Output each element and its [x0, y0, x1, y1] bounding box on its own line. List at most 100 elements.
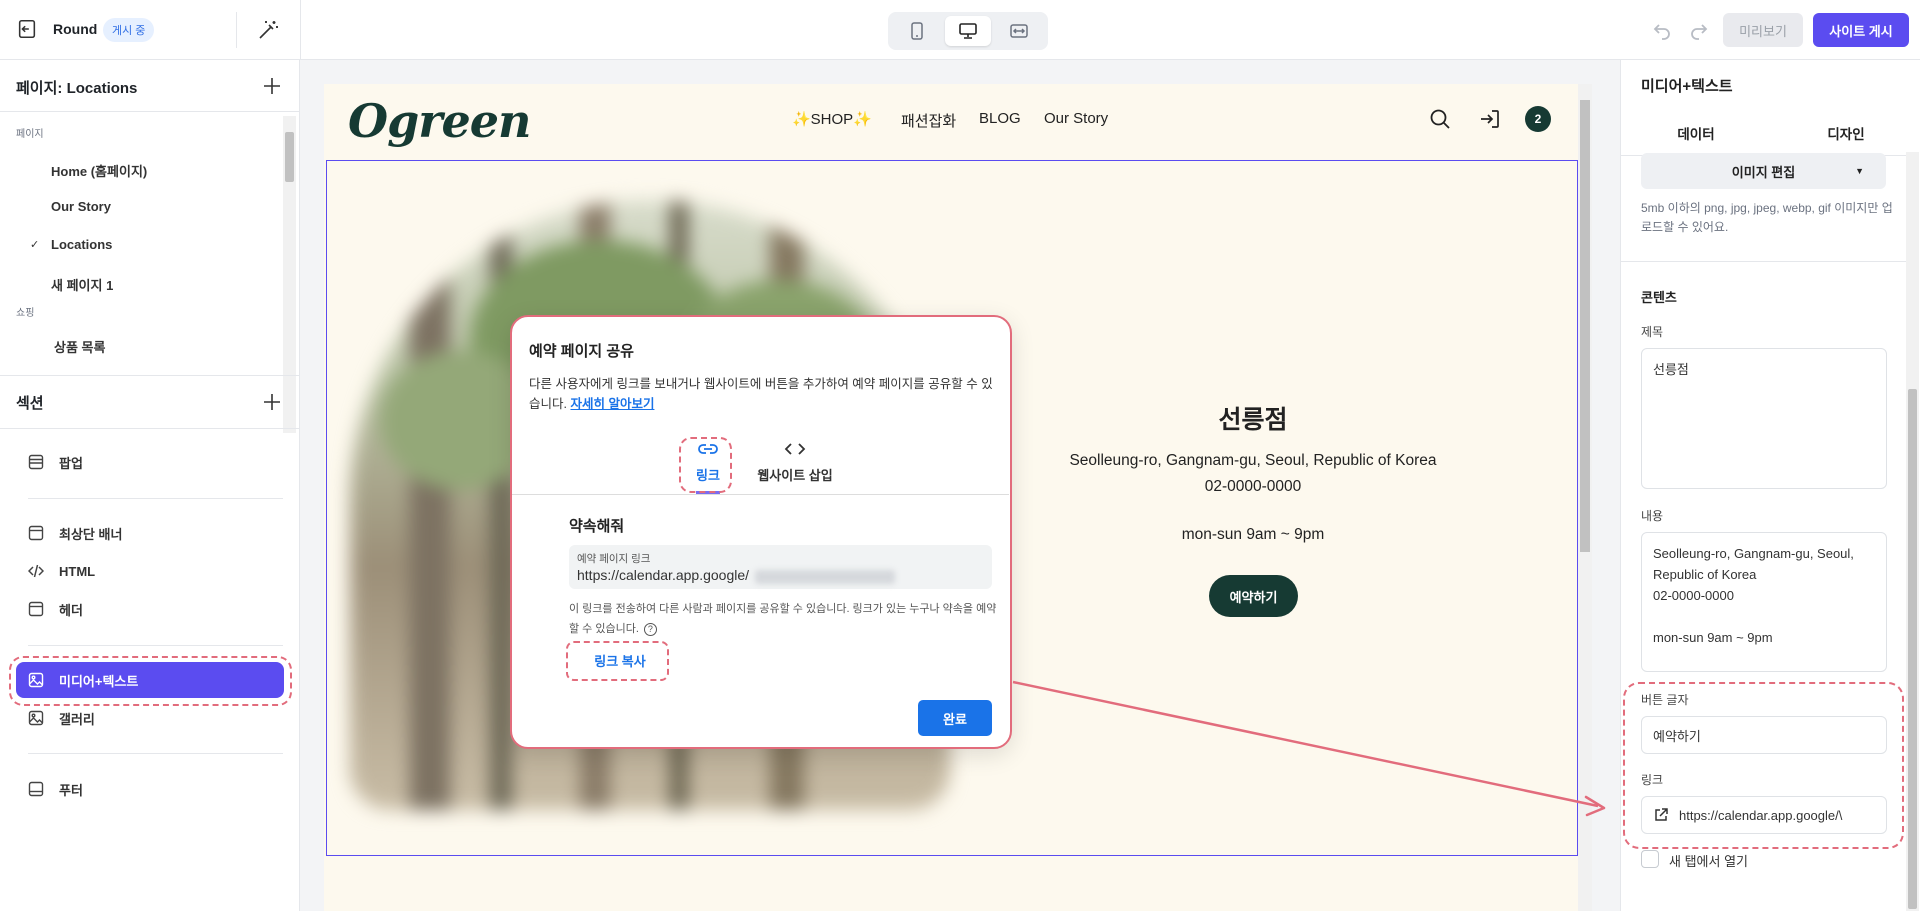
group-label: 페이지: [16, 129, 44, 140]
device-switcher: [888, 12, 1048, 50]
booking-name: 약속해줘: [569, 518, 625, 535]
learn-more-link[interactable]: 자세히 알아보기: [570, 397, 654, 411]
section-item-top-banner[interactable]: 최상단 배너: [16, 515, 284, 551]
dialog-description: 다른 사용자에게 링크를 보내거나 웹사이트에 버튼을 추가하여 예약 페이지를…: [529, 374, 999, 414]
field-label: 예약 페이지 링크: [577, 553, 651, 565]
button-label: 이미지 편집: [1731, 164, 1796, 180]
panel-scrollbar-thumb[interactable]: [1908, 389, 1917, 909]
nav-link-fashion[interactable]: 패션잡화: [901, 110, 956, 131]
add-section-icon[interactable]: [263, 393, 281, 411]
left-sidebar: 페이지: Locations 페이지 Home (홈페이지) Our Story…: [0, 60, 300, 911]
book-button[interactable]: 예약하기: [1209, 575, 1298, 617]
redo-icon[interactable]: [1687, 18, 1711, 42]
canvas-scrollbar-thumb[interactable]: [1580, 100, 1590, 552]
page-item-new-page[interactable]: 새 페이지 1: [51, 275, 113, 294]
code-icon: [784, 443, 806, 455]
annotation-highlight: [566, 641, 669, 681]
nav-link-shop[interactable]: ✨SHOP✨: [792, 110, 872, 128]
nav-link-our-story[interactable]: Our Story: [1044, 110, 1108, 127]
done-button[interactable]: 완료: [918, 700, 992, 736]
divider: [236, 12, 237, 48]
annotation-highlight: [9, 656, 292, 706]
page-item-our-story[interactable]: Our Story: [51, 199, 111, 214]
upload-hint: 5mb 이하의 png, jpg, jpeg, webp, gif 이미지만 업…: [1641, 201, 1893, 234]
tab-label: 웹사이트 삽입: [757, 468, 833, 483]
title-textarea[interactable]: 선릉점: [1641, 348, 1887, 489]
status-badge: 게시 중: [103, 18, 155, 42]
note-text: 이 링크를 전송하여 다른 사람과 페이지를 공유할 수 있습니다. 링크가 있…: [569, 603, 997, 635]
divider: [1621, 261, 1906, 262]
store-title: 선릉점: [1218, 406, 1288, 434]
section-heading: 콘텐츠: [1641, 290, 1677, 305]
page-item-home[interactable]: Home (홈페이지): [51, 161, 147, 180]
body-textarea[interactable]: Seolleung-ro, Gangnam-gu, Seoul, Republi…: [1641, 532, 1887, 672]
image-edit-button[interactable]: 이미지 편집 ▼: [1641, 153, 1886, 189]
search-icon[interactable]: [1429, 108, 1451, 130]
section-item-footer[interactable]: 푸터: [16, 771, 284, 807]
divider: [28, 753, 283, 754]
divider: [0, 111, 300, 112]
pages-header: 페이지: Locations: [16, 80, 138, 97]
section-item-html[interactable]: HTML: [16, 553, 284, 589]
cart-count-badge[interactable]: 2: [1525, 106, 1551, 132]
tab-embed[interactable]: 웹사이트 삽입: [745, 440, 845, 484]
link-note: 이 링크를 전송하여 다른 사람과 페이지를 공유할 수 있습니다. 링크가 있…: [569, 599, 999, 639]
help-icon[interactable]: ?: [643, 622, 657, 636]
redacted-text: [755, 570, 895, 584]
caret-down-icon: ▼: [1855, 166, 1864, 176]
annotation-highlight: [1623, 682, 1904, 849]
site-name: Round: [53, 21, 98, 37]
page-item-products[interactable]: 상품 목록: [54, 337, 105, 356]
section-label: 헤더: [59, 602, 83, 618]
phone-line: 02-0000-0000: [1204, 478, 1302, 495]
footer-icon: [27, 780, 45, 798]
new-tab-checkbox[interactable]: [1641, 850, 1659, 868]
section-item-header[interactable]: 헤더: [16, 591, 284, 627]
site-header: Ogreen ✨SHOP✨ 패션잡화 BLOG Our Story 2: [324, 84, 1578, 156]
divider: [0, 428, 300, 429]
code-icon: [27, 562, 45, 580]
section-label: 갤러리: [59, 711, 95, 727]
popup-icon: [27, 453, 45, 471]
exit-icon[interactable]: [16, 18, 38, 40]
divider: [28, 645, 283, 646]
divider: [300, 0, 301, 60]
store-address: Seolleung-ro, Gangnam-gu, Seoul, Republi…: [1040, 448, 1466, 500]
add-page-icon[interactable]: [263, 77, 281, 95]
share-booking-dialog: 예약 페이지 공유 다른 사용자에게 링크를 보내거나 웹사이트에 버튼을 추가…: [510, 315, 1012, 749]
tab-design[interactable]: 디자인: [1771, 123, 1920, 143]
body-label: 내용: [1641, 509, 1664, 523]
mobile-view-button[interactable]: [894, 16, 940, 46]
scrollbar-thumb[interactable]: [285, 132, 294, 182]
section-item-popup[interactable]: 팝업: [16, 444, 284, 480]
section-label: 팝업: [59, 455, 83, 471]
header-icon: [27, 600, 45, 618]
divider: [28, 498, 283, 499]
login-icon[interactable]: [1479, 108, 1501, 130]
sections-header: 섹션: [16, 395, 44, 412]
divider: [0, 375, 300, 376]
fit-view-button[interactable]: [996, 16, 1042, 46]
fit-width-icon: [1010, 24, 1028, 38]
booking-link-field[interactable]: 예약 페이지 링크 https://calendar.app.google/: [569, 545, 992, 589]
desktop-icon: [959, 23, 977, 39]
top-bar: Round 게시 중 미리보기 사이트 게시: [0, 0, 1920, 60]
title-label: 제목: [1641, 325, 1664, 339]
site-logo[interactable]: Ogreen: [348, 94, 531, 148]
nav-link-blog[interactable]: BLOG: [979, 110, 1021, 127]
check-icon: ✓: [30, 239, 40, 251]
magic-wand-icon[interactable]: [256, 18, 280, 42]
publish-button[interactable]: 사이트 게시: [1813, 13, 1909, 47]
section-label: HTML: [59, 563, 96, 579]
annotation-highlight: [679, 437, 732, 493]
image-icon: [27, 709, 45, 727]
preview-button[interactable]: 미리보기: [1723, 13, 1803, 47]
address-line: Seolleung-ro, Gangnam-gu, Seoul, Republi…: [1069, 452, 1437, 469]
mobile-icon: [911, 22, 923, 40]
tab-data[interactable]: 데이터: [1621, 123, 1771, 143]
undo-icon[interactable]: [1650, 18, 1674, 42]
page-item-locations[interactable]: Locations: [51, 237, 112, 252]
section-label: 푸터: [59, 782, 83, 798]
desktop-view-button[interactable]: [945, 16, 991, 46]
new-tab-label: 새 탭에서 열기: [1669, 854, 1748, 869]
